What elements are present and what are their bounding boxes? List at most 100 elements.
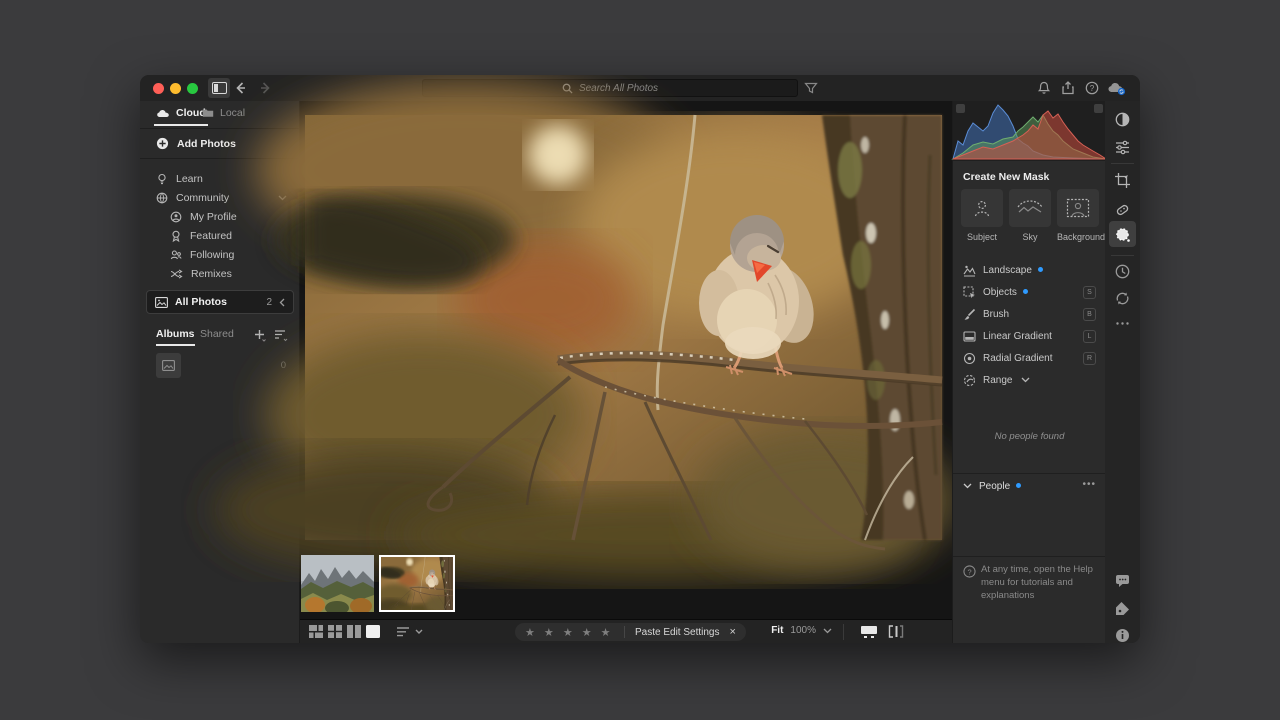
cloud-sync-icon[interactable] (1106, 80, 1128, 96)
shortcut-badge: R (1083, 352, 1096, 365)
all-photos-count: 2 (266, 297, 272, 308)
mask-subject-button[interactable] (961, 189, 1003, 227)
back-arrow-icon[interactable] (232, 80, 248, 96)
album-thumbnail (156, 353, 181, 378)
mask-sky-button[interactable] (1009, 189, 1051, 227)
healing-tool-icon[interactable] (1114, 201, 1131, 218)
all-photos-item[interactable]: All Photos 2 (146, 290, 294, 314)
tab-cloud[interactable]: Cloud (156, 107, 206, 119)
keyword-tag-icon[interactable] (1114, 600, 1131, 617)
rail-divider (1111, 163, 1134, 164)
masking-tool-selected[interactable] (1109, 221, 1136, 247)
linear-gradient-icon (963, 330, 976, 343)
radial-gradient-icon (963, 352, 976, 365)
album-row[interactable]: 0 (140, 353, 300, 381)
mask-background-button[interactable] (1057, 189, 1099, 227)
sidebar-item-remixes[interactable]: Remixes (140, 264, 299, 283)
paste-edit-settings-button[interactable]: Paste Edit Settings × (625, 623, 746, 641)
comments-icon[interactable] (1114, 572, 1131, 589)
collapse-chevron-icon[interactable] (279, 298, 285, 307)
histogram[interactable] (953, 101, 1106, 161)
edit-light-icon[interactable] (1114, 111, 1131, 128)
histogram-chart (953, 101, 1106, 161)
mask-tool-label: Brush (983, 309, 1009, 320)
album-image-icon (162, 360, 175, 371)
dismiss-paste-icon[interactable]: × (730, 626, 736, 638)
histogram-expand-right-button[interactable] (1094, 104, 1103, 113)
compare-view-icon[interactable] (347, 625, 361, 638)
filmstrip-toggle-icon[interactable] (860, 625, 878, 638)
sidebar-item-label: Featured (190, 230, 232, 242)
people-more-menu[interactable]: ••• (1082, 479, 1096, 490)
photo-grid-view-icon[interactable] (309, 625, 323, 638)
star-rating[interactable]: ★ ★ ★ ★ ★ (515, 626, 618, 639)
mask-tool-radial-gradient[interactable]: Radial Gradient R (953, 349, 1106, 369)
add-album-icon[interactable] (254, 329, 266, 341)
create-new-mask-title: Create New Mask (963, 171, 1049, 183)
mask-subject-label: Subject (961, 232, 1003, 242)
landscape-mask-icon (963, 264, 976, 277)
following-people-icon (170, 249, 182, 261)
histogram-expand-left-button[interactable] (956, 104, 965, 113)
forward-arrow-icon[interactable] (258, 80, 274, 96)
mask-tool-range[interactable]: Range (953, 371, 1106, 391)
mask-tool-objects[interactable]: Objects S (953, 283, 1106, 303)
mask-tool-linear-gradient[interactable]: Linear Gradient L (953, 327, 1106, 347)
paste-edit-settings-label: Paste Edit Settings (635, 627, 720, 638)
mask-tool-brush[interactable]: Brush B (953, 305, 1106, 325)
masking-panel: Create New Mask Subj (952, 101, 1105, 643)
brush-mask-icon (963, 308, 976, 321)
filter-icon[interactable] (803, 80, 819, 96)
photo-viewer[interactable] (305, 115, 942, 540)
zoom-control[interactable]: Fit 100% (771, 625, 832, 636)
add-photos-label: Add Photos (177, 138, 236, 150)
sidebar-item-label: Community (176, 192, 229, 204)
panel-divider (953, 473, 1106, 474)
tab-shared[interactable]: Shared (200, 328, 234, 340)
mask-tool-landscape[interactable]: Landscape (953, 261, 1106, 281)
before-after-icon[interactable] (888, 625, 904, 638)
help-icon[interactable]: ? (1084, 80, 1100, 96)
filmstrip-thumbnail-landscape[interactable] (301, 555, 374, 612)
search-placeholder: Search All Photos (579, 83, 658, 94)
masking-tool-icon (1114, 226, 1131, 243)
square-grid-view-icon[interactable] (328, 625, 342, 638)
zoom-window-button[interactable] (187, 83, 198, 94)
mask-tool-label: Radial Gradient (983, 353, 1052, 364)
close-window-button[interactable] (153, 83, 164, 94)
toggle-panels-button[interactable] (208, 78, 230, 98)
edit-sliders-icon[interactable] (1114, 139, 1131, 156)
crop-tool-icon[interactable] (1114, 172, 1131, 189)
sidebar-item-my-profile[interactable]: My Profile (140, 207, 299, 226)
minimize-window-button[interactable] (170, 83, 181, 94)
desktop-background: Search All Photos ? (0, 0, 1280, 720)
sort-albums-icon[interactable] (274, 329, 288, 341)
mask-tool-label: Range (983, 375, 1012, 386)
shortcut-badge: L (1083, 330, 1096, 343)
community-globe-icon (156, 192, 168, 204)
info-icon[interactable] (1114, 627, 1131, 643)
bird-thumb-image (381, 557, 453, 610)
help-hint-text: At any time, open the Help menu for tuto… (963, 564, 1096, 602)
detail-view-icon[interactable] (366, 625, 380, 638)
people-section-header[interactable]: People ••• (953, 479, 1106, 497)
sidebar-item-following[interactable]: Following (140, 245, 299, 264)
filmstrip (300, 553, 952, 615)
mask-tool-label: Linear Gradient (983, 331, 1052, 342)
sync-status-icon[interactable] (1114, 290, 1131, 307)
background-mask-icon (1066, 198, 1090, 218)
version-history-icon[interactable] (1114, 263, 1131, 280)
filmstrip-thumbnail-bird-selected[interactable] (379, 555, 455, 612)
mask-sky-label: Sky (1009, 232, 1051, 242)
tab-local[interactable]: Local (202, 107, 245, 119)
more-options-icon[interactable] (1114, 315, 1131, 332)
tab-albums[interactable]: Albums (156, 328, 195, 346)
sidebar-item-label: Following (190, 249, 234, 261)
people-chevron-icon (963, 483, 972, 489)
notifications-bell-icon[interactable] (1036, 80, 1052, 96)
sidebar-item-label: Learn (176, 173, 203, 185)
toolbar-divider (843, 624, 844, 640)
share-icon[interactable] (1060, 80, 1076, 96)
no-people-found-text: No people found (953, 431, 1106, 442)
sort-order-icon[interactable] (396, 625, 426, 638)
